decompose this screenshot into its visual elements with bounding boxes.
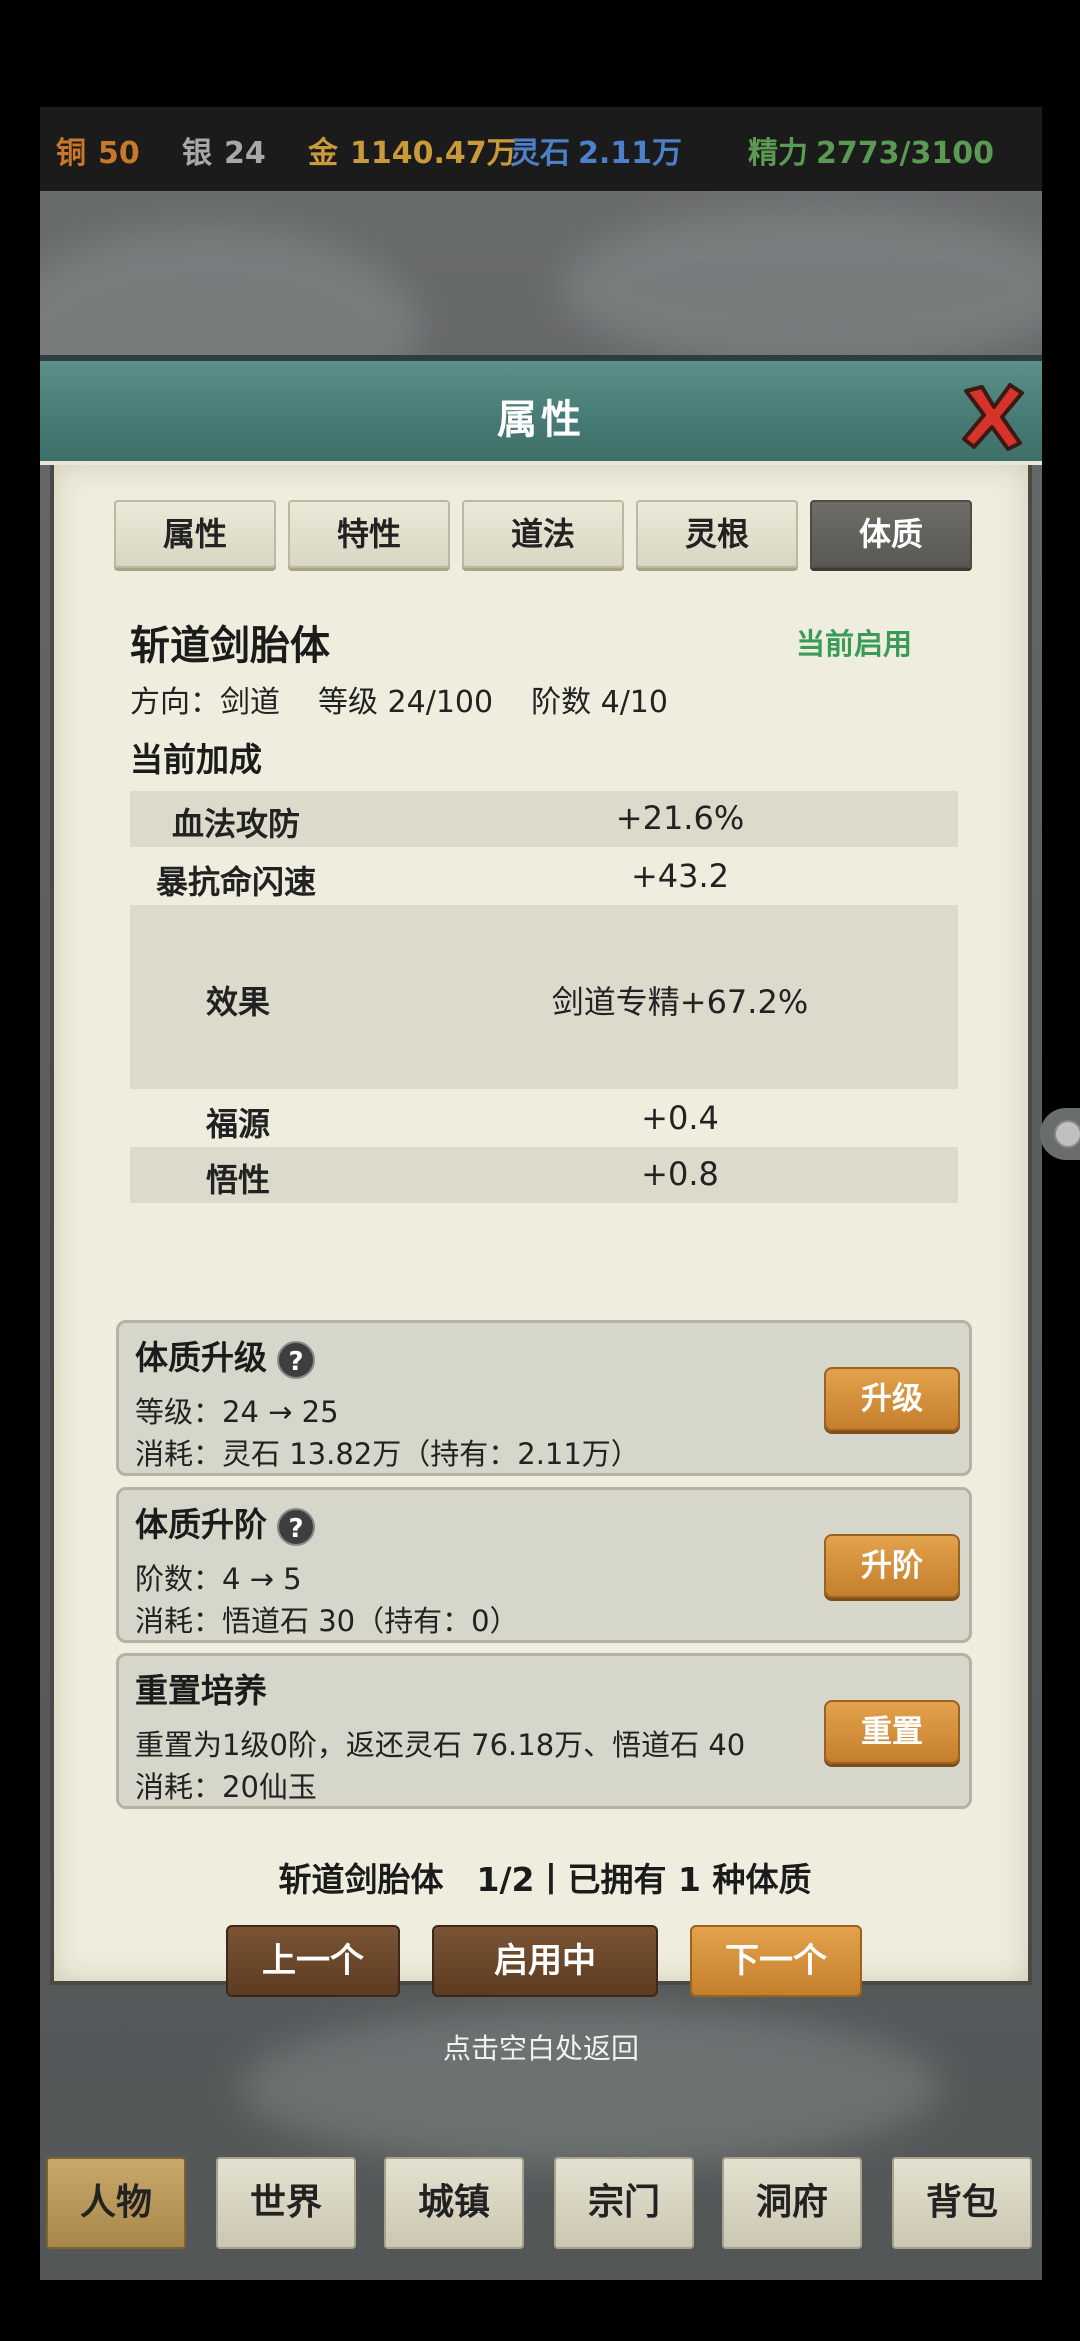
side-drawer-handle[interactable]: [1040, 1108, 1080, 1160]
tab-physique[interactable]: 体质: [810, 500, 972, 568]
help-icon[interactable]: ?: [277, 1340, 315, 1379]
level-text: 等级 24/100: [318, 685, 494, 720]
bonus-heading: 当前加成: [130, 740, 262, 779]
tab-spirit-root[interactable]: 灵根: [636, 500, 798, 568]
next-button[interactable]: 下一个: [690, 1925, 862, 1997]
direction-text: 方向：剑道: [130, 685, 280, 720]
silver-currency: 银 24: [182, 136, 266, 171]
nav-backpack[interactable]: 背包: [892, 2157, 1032, 2249]
reset-card: 重置培养 重置为1级0阶，返还灵石 76.18万、悟道石 40 消耗：20仙玉 …: [116, 1653, 972, 1809]
reset-description: 重置为1级0阶，返还灵石 76.18万、悟道石 40: [135, 1728, 746, 1762]
tab-attributes[interactable]: 属性: [114, 500, 276, 568]
upgrade-cost: 消耗：灵石 13.82万（持有：2.11万）: [135, 1437, 640, 1471]
physique-summary: 斩道剑胎体 1/2丨已拥有 1 种体质: [278, 1860, 812, 1899]
tap-to-return-hint[interactable]: 点击空白处返回: [40, 2027, 1042, 2067]
help-icon[interactable]: ?: [277, 1507, 315, 1546]
close-button[interactable]: [958, 381, 1028, 453]
card-title: 重置培养: [135, 1671, 267, 1710]
gold-currency: 金 1140.47万: [308, 136, 517, 171]
nav-town[interactable]: 城镇: [384, 2157, 524, 2249]
nav-sect[interactable]: 宗门: [554, 2157, 694, 2249]
stage-text: 阶数 4/10: [531, 685, 668, 720]
currency-bar: 铜 50 银 24 金 1140.47万 灵石 2.11万 精力 2773/3100: [40, 107, 1042, 191]
nav-world[interactable]: 世界: [216, 2157, 356, 2249]
table-row: 福源 +0.4: [206, 1099, 719, 1143]
copper-currency: 铜 50: [56, 136, 140, 171]
ascend-button[interactable]: 升阶: [824, 1534, 960, 1598]
stage-change: 阶数：4 → 5: [135, 1562, 302, 1596]
active-button[interactable]: 启用中: [432, 1925, 658, 1997]
reset-button[interactable]: 重置: [824, 1700, 960, 1764]
level-change: 等级：24 → 25: [135, 1395, 339, 1429]
upgrade-card: 体质升级? 等级：24 → 25 消耗：灵石 13.82万（持有：2.11万） …: [116, 1320, 972, 1476]
background-mist: [560, 207, 1042, 367]
nav-cave[interactable]: 洞府: [722, 2157, 862, 2249]
reset-cost: 消耗：20仙玉: [135, 1770, 317, 1804]
card-title: 体质升级?: [135, 1331, 315, 1379]
panel-title: 属性: [497, 397, 585, 443]
physique-panel: 属性 特性 道法 灵根 体质 斩道剑胎体 当前启用 方向：剑道 等级 24/100…: [50, 465, 1032, 1997]
table-row: 血法攻防 +21.6%: [130, 791, 958, 847]
tab-bar: 属性 特性 道法 灵根 体质: [114, 500, 974, 570]
tab-traits[interactable]: 特性: [288, 500, 450, 568]
tab-dao-arts[interactable]: 道法: [462, 500, 624, 568]
physique-name: 斩道剑胎体: [130, 623, 330, 669]
drawer-handle-icon: [1054, 1120, 1080, 1148]
spirit-stone-currency: 灵石 2.11万: [510, 136, 683, 171]
status-badge: 当前启用: [796, 627, 913, 661]
nav-character[interactable]: 人物: [46, 2157, 186, 2249]
bonus-table: 血法攻防 +21.6% 暴抗命闪速 +43.2 效果 剑道专精+67.2% 福源…: [130, 791, 958, 1203]
close-x-icon: [962, 383, 1024, 451]
energy-indicator: 精力 2773/3100: [748, 136, 994, 171]
table-row: 效果 剑道专精+67.2%: [130, 905, 958, 1089]
ascend-card: 体质升阶? 阶数：4 → 5 消耗：悟道石 30（持有：0） 升阶: [116, 1487, 972, 1643]
physique-meta: 方向：剑道 等级 24/100 阶数 4/10: [130, 677, 706, 721]
table-row: 悟性 +0.8: [130, 1147, 958, 1203]
ascend-cost: 消耗：悟道石 30（持有：0）: [135, 1604, 519, 1638]
card-title: 体质升阶?: [135, 1498, 315, 1546]
panel-header: 属性: [40, 355, 1042, 465]
upgrade-button[interactable]: 升级: [824, 1367, 960, 1431]
game-screen: 铜 50 银 24 金 1140.47万 灵石 2.11万 精力 2773/3100 属性…: [40, 107, 1042, 2280]
bottom-navigation: 人物 世界 城镇 宗门 洞府 背包: [46, 2157, 1036, 2253]
previous-button[interactable]: 上一个: [226, 1925, 400, 1997]
table-row: 暴抗命闪速 +43.2: [156, 857, 730, 901]
